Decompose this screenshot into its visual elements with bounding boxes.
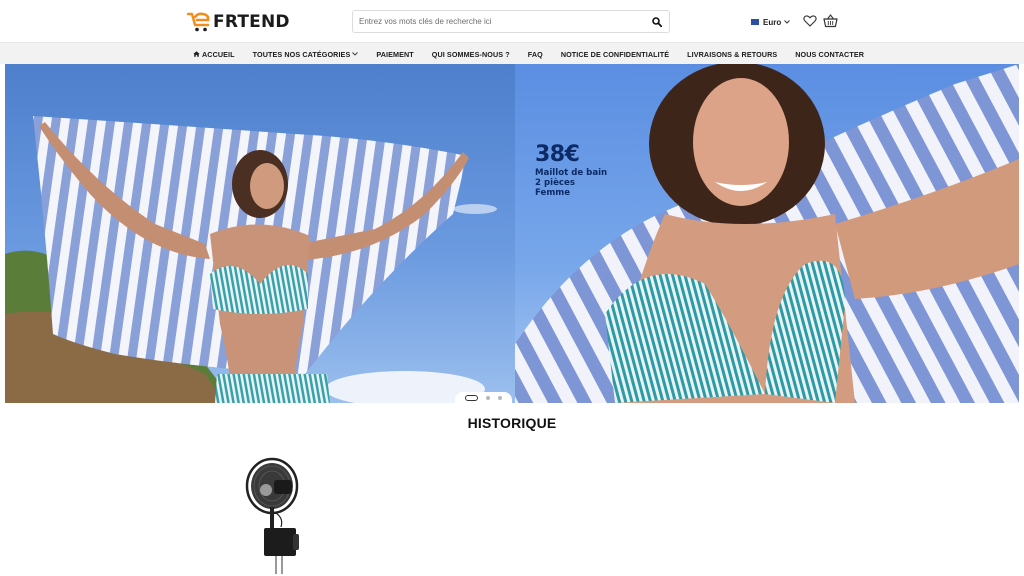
product-image-misting-fan xyxy=(245,457,299,574)
nav-label: NOTICE DE CONFIDENTIALITÉ xyxy=(560,49,670,59)
slider-dot-active[interactable] xyxy=(465,395,478,401)
nav-item-categories[interactable]: TOUTES NOS CATÉGORIES xyxy=(253,50,359,59)
cart-logo-icon xyxy=(186,12,210,32)
nav-label: FAQ xyxy=(527,49,543,59)
nav-label: PAIEMENT xyxy=(376,49,414,59)
nav-label: ACCUEIL xyxy=(202,49,235,59)
nav-item-privacy[interactable]: NOTICE DE CONFIDENTIALITÉ xyxy=(561,50,669,59)
promo-caption-line: Maillot de bain xyxy=(535,168,608,178)
promo-price-block: 38€ Maillot de bain 2 pièces Femme xyxy=(535,142,607,198)
search-button[interactable] xyxy=(645,11,669,32)
hero-image-right xyxy=(515,64,1019,403)
hero-banner[interactable]: 38€ Maillot de bain 2 pièces Femme xyxy=(5,64,1019,403)
slider-pagination xyxy=(455,392,512,404)
nav-label: NOUS CONTACTER xyxy=(795,49,865,59)
nav-label: QUI SOMMES-NOUS ? xyxy=(431,49,510,59)
hero-image-left xyxy=(5,64,515,403)
nav-item-accueil[interactable]: ACCUEIL xyxy=(193,50,235,59)
basket-icon[interactable] xyxy=(823,14,838,28)
heart-icon[interactable] xyxy=(803,14,817,28)
chevron-down-icon xyxy=(784,20,791,24)
search-bar xyxy=(352,10,670,33)
promo-caption-line: 2 pièces xyxy=(535,178,575,188)
slider-dot[interactable] xyxy=(498,396,502,400)
search-icon xyxy=(652,16,662,27)
nav-label: LIVRAISONS & RETOURS xyxy=(687,49,778,59)
brand-name: FRTEND xyxy=(213,12,290,32)
nav-item-shipping[interactable]: LIVRAISONS & RETOURS xyxy=(687,50,777,59)
eu-flag-icon xyxy=(751,19,759,25)
nav-label: TOUTES NOS CATÉGORIES xyxy=(252,49,351,59)
nav-item-about[interactable]: QUI SOMMES-NOUS ? xyxy=(432,50,510,59)
home-icon xyxy=(193,51,200,57)
nav-item-paiement[interactable]: PAIEMENT xyxy=(376,50,413,59)
brand-logo[interactable]: FRTEND xyxy=(186,10,290,34)
product-card-misting-fan[interactable] xyxy=(236,452,314,576)
main-nav: ACCUEIL TOUTES NOS CATÉGORIES PAIEMENT Q… xyxy=(0,42,1024,64)
site-header: FRTEND Euro xyxy=(0,0,1024,42)
nav-item-faq[interactable]: FAQ xyxy=(528,50,543,59)
currency-selector[interactable]: Euro xyxy=(751,16,791,28)
promo-caption-line: Femme xyxy=(535,188,571,198)
history-section-title: HISTORIQUE xyxy=(467,415,557,431)
search-input[interactable] xyxy=(353,11,645,32)
chevron-down-icon xyxy=(352,52,359,56)
currency-label: Euro xyxy=(763,17,782,27)
beach-scene-illustration xyxy=(5,116,497,403)
beach-closeup-illustration xyxy=(515,64,1019,403)
promo-price: 38€ xyxy=(535,142,580,167)
nav-item-contact[interactable]: NOUS CONTACTER xyxy=(795,50,864,59)
slider-dot[interactable] xyxy=(486,396,490,400)
promo-caption: Maillot de bain 2 pièces Femme xyxy=(535,168,607,198)
